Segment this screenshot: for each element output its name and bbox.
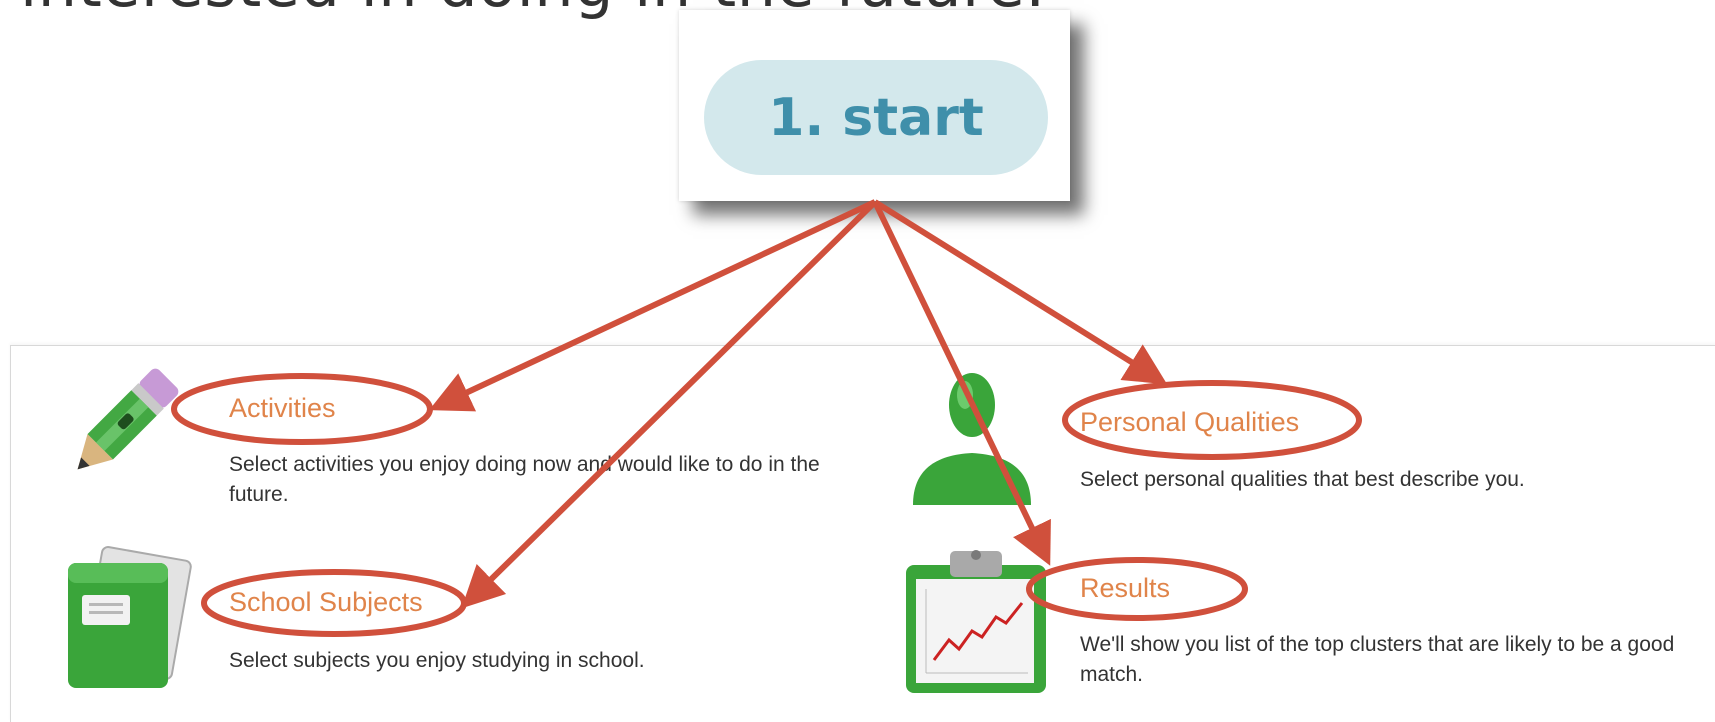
results-link[interactable]: Results bbox=[1080, 573, 1170, 604]
school-subjects-description: Select subjects you enjoy studying in sc… bbox=[229, 649, 645, 672]
activities-link[interactable]: Activities bbox=[229, 393, 336, 424]
results-description: We'll show you list of the top clusters … bbox=[1080, 633, 1675, 686]
pencil-icon bbox=[55, 365, 185, 490]
school-subjects-link[interactable]: School Subjects bbox=[229, 587, 423, 618]
person-silhouette-icon bbox=[905, 365, 1040, 515]
clipboard-chart-icon bbox=[904, 545, 1054, 695]
personal-qualities-description: Select personal qualities that best desc… bbox=[1080, 468, 1525, 491]
start-card: 1. start bbox=[679, 10, 1070, 201]
personal-qualities-link[interactable]: Personal Qualities bbox=[1080, 407, 1299, 438]
notebook-icon bbox=[62, 545, 202, 695]
activities-description: Select activities you enjoy doing now an… bbox=[229, 453, 820, 506]
start-button[interactable]: 1. start bbox=[704, 60, 1048, 175]
